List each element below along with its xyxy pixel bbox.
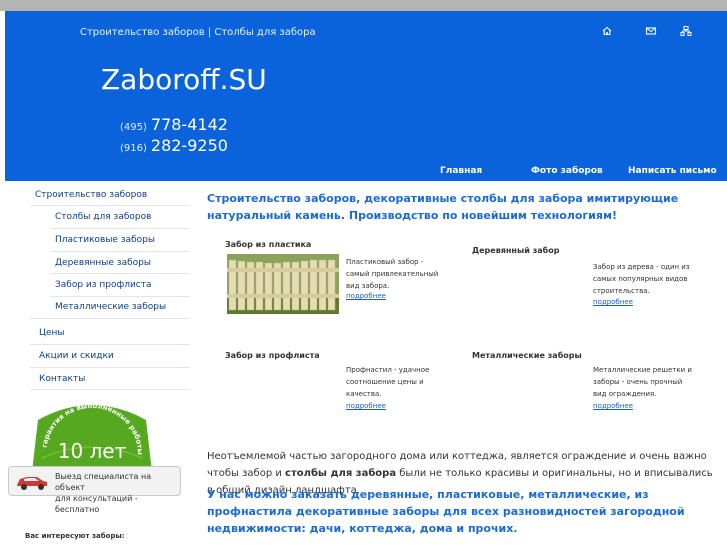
sidebar-item-fence-construction[interactable]: Строительство заборов (35, 190, 147, 200)
plastic-fence-image[interactable] (227, 254, 339, 314)
phone-code: (916) (120, 143, 147, 154)
more-link-metal[interactable]: подробнее (593, 402, 633, 410)
consult-line-2: для консультаций - бесплатно (55, 494, 138, 514)
divider (50, 251, 190, 252)
more-link-wooden[interactable]: подробнее (593, 298, 633, 306)
consultation-button[interactable]: Выезд специалиста на объект для консульт… (8, 466, 181, 514)
car-icon (17, 477, 47, 490)
product-title-metal[interactable]: Металлические заборы (472, 351, 582, 360)
consult-line-1: Выезд специалиста на объект (55, 472, 152, 492)
sidebar-item-contacts[interactable]: Контакты (39, 374, 85, 384)
top-nav: Главная Фото заборов Написать письмо (5, 161, 727, 181)
breadcrumb[interactable]: Строительство заборов | Столбы для забор… (80, 27, 316, 38)
home-icon[interactable] (601, 25, 613, 37)
intro-bold-link[interactable]: столбы для забора (285, 468, 396, 479)
nav-home[interactable]: Главная (440, 166, 482, 176)
more-link-plastic[interactable]: подробнее (346, 292, 386, 300)
product-desc-profsheet: Профнастил - удачное соотношение цены и … (346, 366, 430, 398)
header-icons (601, 25, 711, 39)
lead-heading: Строительство заборов, декоративные стол… (207, 192, 679, 222)
nav-photos[interactable]: Фото заборов (531, 166, 603, 176)
mail-icon[interactable] (645, 25, 657, 37)
sidebar-item-promos[interactable]: Акции и скидки (39, 351, 114, 361)
phone-number: 282-9250 (150, 136, 228, 155)
divider (30, 205, 190, 206)
interest-label: Вас интересуют заборы: (25, 532, 125, 540)
product-title-profsheet[interactable]: Забор из профлиста (225, 351, 320, 360)
divider (50, 228, 190, 229)
sitemap-icon[interactable] (680, 25, 692, 37)
sidebar-item-prices[interactable]: Цены (39, 328, 65, 338)
divider (50, 273, 190, 274)
sidebar-item-profsheet[interactable]: Забор из профлиста (55, 280, 152, 290)
sidebar-item-metal[interactable]: Металлические заборы (55, 302, 166, 312)
badge-years: 10 лет (58, 439, 127, 463)
product-desc-plastic: Пластиковый забор - самый привлекательны… (346, 258, 439, 290)
product-title-wooden[interactable]: Деревянный забор (472, 246, 559, 255)
sidebar-item-plastic[interactable]: Пластиковые заборы (55, 235, 155, 245)
product-desc-wooden: Забор из дерева - один из самых популярн… (593, 263, 690, 295)
warranty-badge: гарантия на выполненные работы 10 лет (32, 402, 152, 472)
phone-code: (495) (120, 122, 147, 133)
phone-line-2: (916) 282-9250 (120, 136, 228, 155)
sidebar-item-wooden[interactable]: Деревянные заборы (55, 258, 151, 268)
product-desc-metal: Металлические решетки и заборы - очень п… (593, 366, 692, 398)
sidebar-item-posts[interactable]: Столбы для заборов (55, 212, 151, 222)
divider (30, 389, 190, 390)
divider (50, 296, 190, 297)
more-link-profsheet[interactable]: подробнее (346, 402, 386, 410)
divider (30, 318, 190, 319)
product-title-plastic[interactable]: Забор из пластика (225, 240, 311, 249)
nav-write-letter[interactable]: Написать письмо (628, 166, 717, 176)
divider (30, 344, 190, 345)
order-paragraph: У нас можно заказать деревянные, пластик… (207, 488, 685, 535)
phone-number: 778-4142 (150, 115, 228, 134)
divider (30, 367, 190, 368)
browser-top-strip (0, 0, 727, 11)
site-logo[interactable]: Zaboroff.SU (101, 63, 267, 96)
site-header: Строительство заборов | Столбы для забор… (5, 11, 727, 161)
phone-line-1: (495) 778-4142 (120, 115, 228, 134)
